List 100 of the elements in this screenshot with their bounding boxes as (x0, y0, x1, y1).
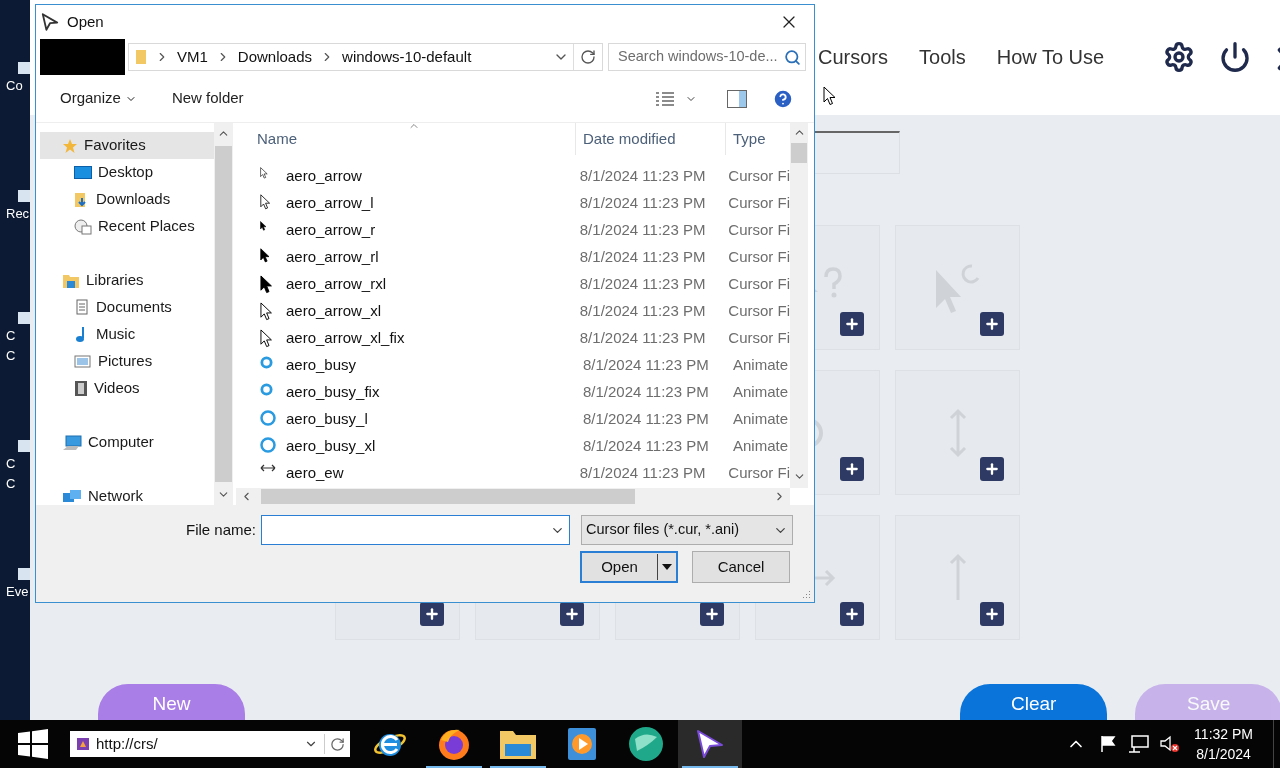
scrollbar-thumb[interactable] (261, 489, 635, 504)
nav-link[interactable]: Tools (919, 42, 966, 72)
address-bar[interactable]: VM1 Downloads windows-10-default (128, 43, 603, 71)
nav-item[interactable]: Recent Places (40, 213, 214, 240)
file-row[interactable]: aero_ew 8/1/2024 11:23 PM Cursor Fi (236, 460, 790, 487)
file-name-field[interactable] (261, 515, 571, 545)
nav-item[interactable]: Videos (40, 375, 214, 402)
nav-link[interactable]: How To Use (996, 42, 1105, 72)
column-header[interactable]: Name (236, 123, 576, 155)
file-row[interactable]: aero_busy 8/1/2024 11:23 PM Animate (236, 352, 790, 379)
add-button[interactable] (840, 602, 864, 626)
network-monitor-icon[interactable] (1128, 735, 1151, 753)
help-icon[interactable] (772, 87, 794, 110)
scrollbar[interactable] (236, 488, 790, 505)
preview-pane-icon[interactable] (727, 89, 747, 108)
type-cell-text: Cursor Fi (727, 220, 790, 241)
date-cell-text: 8/1/2024 11:23 PM (582, 409, 710, 430)
cursor-icon (260, 193, 271, 210)
file-row[interactable]: aero_arrow_r 8/1/2024 11:23 PM Cursor Fi (236, 217, 790, 244)
file-row[interactable]: aero_arrow_xl_fix 8/1/2024 11:23 PM Cursor Fi (236, 325, 790, 352)
column-header[interactable]: Date modified (576, 123, 726, 155)
muted-speaker-icon[interactable] (1160, 735, 1181, 753)
desktop-icon-label: Co (6, 77, 23, 95)
add-button[interactable] (980, 602, 1004, 626)
refresh-icon[interactable] (330, 736, 345, 752)
scrollbar[interactable] (214, 123, 233, 505)
add-button[interactable] (420, 602, 444, 626)
nav-item[interactable]: Network (40, 483, 214, 505)
nav-link[interactable]: Cursors (818, 42, 888, 72)
scrollbar[interactable] (790, 123, 808, 488)
scrollbar-thumb[interactable] (215, 146, 232, 482)
nav-item[interactable]: Computer (40, 429, 214, 456)
media-player-icon (567, 727, 597, 761)
file-name: aero_arrow (286, 166, 362, 187)
add-button[interactable] (980, 457, 1004, 481)
clock-date[interactable]: 8/1/2024 (1196, 744, 1251, 764)
add-button[interactable] (560, 602, 584, 626)
address-field[interactable]: http://crs/ (70, 731, 350, 757)
nav-item[interactable]: Pictures (40, 348, 214, 375)
add-button[interactable] (700, 602, 724, 626)
resize-grip-icon[interactable] (801, 589, 811, 599)
ring-icon (260, 409, 276, 426)
view-list-icon[interactable] (655, 90, 675, 107)
add-button[interactable] (840, 312, 864, 336)
add-button[interactable] (840, 457, 864, 481)
dialog-title: Open (67, 11, 104, 32)
flag-icon[interactable] (1100, 735, 1117, 753)
scrollbar-thumb[interactable] (791, 143, 807, 163)
nav-item[interactable]: Music (40, 321, 214, 348)
breadcrumb-item[interactable]: Downloads (237, 45, 313, 69)
type-cell-text: Cursor Fi (727, 274, 790, 295)
type-cell-text: Cursor Fi (727, 193, 790, 214)
nav-item[interactable]: Downloads (40, 186, 214, 213)
plus-icon (844, 461, 860, 477)
nav-item[interactable]: Libraries (40, 267, 214, 294)
horizontal-resize-icon (260, 463, 276, 472)
open-button[interactable]: Open (580, 551, 678, 583)
globe-app-icon (627, 725, 665, 763)
type-cell-text: Cursor Fi (727, 247, 790, 268)
cursor-app-icon (41, 13, 59, 31)
file-row[interactable]: aero_busy_xl 8/1/2024 11:23 PM Animate (236, 433, 790, 460)
file-row[interactable]: aero_arrow 8/1/2024 11:23 PM Cursor Fi (236, 163, 790, 190)
file-name: aero_ew (286, 463, 344, 484)
nav-item[interactable]: Documents (40, 294, 214, 321)
column-header[interactable]: Type (726, 127, 790, 151)
file-row[interactable]: aero_arrow_xl 8/1/2024 11:23 PM Cursor Fi (236, 298, 790, 325)
nav-item[interactable]: Favorites (40, 132, 214, 159)
type-cell-text: Cursor Fi (727, 463, 790, 484)
settings-icon[interactable] (1163, 41, 1196, 73)
file-name: aero_arrow_xl (286, 301, 382, 322)
search-placeholder: Search windows-10-de... (618, 47, 778, 67)
action-button[interactable]: Clear (960, 684, 1108, 720)
nav-item[interactable]: Desktop (40, 159, 214, 186)
file-row[interactable]: aero_arrow_l 8/1/2024 11:23 PM Cursor Fi (236, 190, 790, 217)
new-folder-button[interactable]: New folder (171, 87, 244, 110)
file-name: aero_arrow_xl_fix (286, 328, 405, 349)
breadcrumb-item[interactable]: VM1 (177, 45, 208, 69)
clock-time[interactable]: 11:32 PM (1194, 724, 1253, 744)
cursor-icon (260, 301, 273, 321)
file-row[interactable]: aero_arrow_rl 8/1/2024 11:23 PM Cursor Fi (236, 244, 790, 271)
cursor-app-icon (695, 729, 725, 759)
file-row[interactable]: aero_arrow_rxl 8/1/2024 11:23 PM Cursor Fi (236, 271, 790, 298)
file-name: aero_busy_xl (286, 436, 376, 457)
plus-icon (704, 606, 720, 622)
file-row[interactable]: aero_busy_l 8/1/2024 11:23 PM Animate (236, 406, 790, 433)
power-icon[interactable] (1219, 41, 1252, 73)
refresh-icon[interactable] (580, 49, 596, 65)
file-type-dropdown[interactable]: Cursor files (*.cur, *.ani) (581, 515, 794, 545)
file-row[interactable]: aero_busy_fix 8/1/2024 11:23 PM Animate (236, 379, 790, 406)
cancel-button[interactable]: Cancel (692, 551, 790, 583)
date-cell-text: 8/1/2024 11:23 PM (578, 274, 707, 295)
breadcrumb-item[interactable]: windows-10-default (342, 45, 472, 69)
windows-logo-icon[interactable] (17, 728, 49, 760)
search-field[interactable]: Search windows-10-de... (608, 43, 806, 71)
mouse-pointer-icon (823, 86, 836, 106)
desktop-icon-label: C (6, 475, 16, 493)
taskbar-app[interactable] (678, 720, 742, 768)
add-button[interactable] (980, 312, 1004, 336)
cursor-icon (260, 220, 267, 231)
organize-menu[interactable]: Organize (60, 87, 137, 110)
